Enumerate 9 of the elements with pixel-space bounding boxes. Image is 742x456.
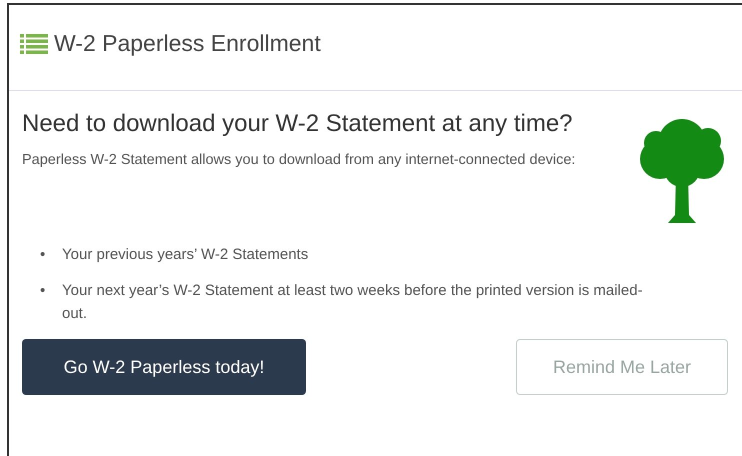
intro-text: Paperless W-2 Statement allows you to download from any internet-connected device: [22, 151, 576, 170]
bullet-text: Your next year’s W-2 Statement at least two weeks before the printed version is mailed-out. [62, 281, 644, 324]
bullet-mark: • [40, 245, 46, 265]
bullet-text: Your previous years’ W-2 Statements [62, 245, 310, 265]
panel-title: W-2 Paperless Enrollment [54, 30, 321, 57]
heading: Need to download your W-2 Statement at any time? [22, 109, 574, 139]
list-icon [20, 34, 48, 54]
enroll-button[interactable]: Go W-2 Paperless today! [22, 339, 306, 395]
bullet-mark: • [40, 281, 46, 301]
